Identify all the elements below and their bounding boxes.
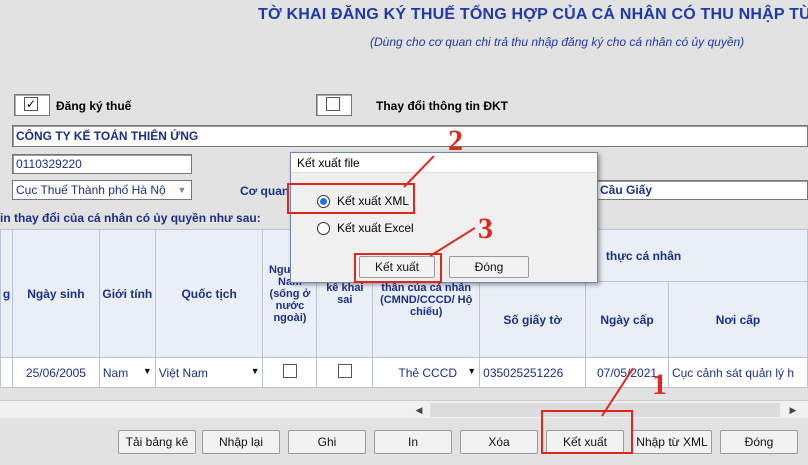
chevron-down-icon[interactable]: ▼: [143, 366, 152, 376]
col-header-noi-cap: Nơi cấp: [667, 281, 808, 358]
page-subtitle: (Dùng cho cơ quan chi trả thu nhập đăng …: [370, 35, 745, 49]
dialog-title: Kết xuất file: [291, 153, 597, 173]
tax-office-select[interactable]: Cục Thuế Thành phố Hà Nộ ▼: [12, 180, 192, 200]
col-header-gioi-tinh: Giới tính: [98, 229, 156, 358]
company-name-field[interactable]: CÔNG TY KẾ TOÁN THIÊN ỨNG: [12, 125, 808, 147]
cell-quoc-tich[interactable]: Việt Nam ▼: [154, 357, 264, 388]
dang-ky-thue-checkbox[interactable]: ✓: [14, 94, 50, 116]
chevron-down-icon: ▼: [177, 185, 187, 195]
page-title: TỜ KHAI ĐĂNG KÝ THUẾ TỔNG HỢP CỦA CÁ NHÂ…: [258, 6, 808, 23]
xoa-button[interactable]: Xóa: [460, 430, 538, 454]
cell-noi-cap[interactable]: Cục cảnh sát quản lý h: [667, 357, 808, 388]
check-mark-icon: ✓: [24, 97, 38, 111]
annotation-number-3: 3: [478, 212, 493, 245]
in-button[interactable]: In: [374, 430, 452, 454]
annotation-box-dialog-button: [354, 253, 442, 283]
table-row[interactable]: 25/06/2005 Nam ▼ Việt Nam ▼ Thẻ CCCD ▼ 0350…: [0, 357, 808, 388]
export-dialog: Kết xuất file Kết xuất XML Kết xuất Exce…: [290, 152, 598, 283]
col-header-0: g: [0, 229, 13, 358]
thay-doi-checkbox[interactable]: [316, 94, 352, 116]
nguoi-viet-nam-checkbox[interactable]: [282, 364, 297, 378]
nhap-lai-button[interactable]: Nhập lại: [202, 430, 280, 454]
scroll-left-icon[interactable]: ◀: [412, 403, 426, 417]
co-quan-field[interactable]: Cầu Giấy: [596, 180, 808, 200]
nhap-tu-xml-button[interactable]: Nhập từ XML: [632, 430, 712, 454]
chevron-down-icon[interactable]: ▼: [251, 366, 260, 376]
cell-ngay-sinh[interactable]: 25/06/2005: [11, 357, 100, 388]
col-header-ngay-cap: Ngày cấp: [585, 281, 669, 358]
scroll-right-icon[interactable]: ▶: [786, 403, 800, 417]
tai-bang-ke-button[interactable]: Tải bảng kê: [118, 430, 196, 454]
co-quan-label: Cơ quan: [240, 184, 290, 198]
annotation-number-2: 2: [448, 124, 463, 157]
thay-doi-label: Thay đổi thông tin ĐKT: [376, 99, 508, 113]
section-label: in thay đổi của cá nhân có ủy quyền như …: [0, 211, 261, 225]
radio-excel[interactable]: [317, 222, 330, 235]
cell-so-giay-to[interactable]: 035025251226: [479, 357, 587, 388]
annotation-number-1: 1: [652, 368, 667, 401]
dialog-dong-button[interactable]: Đóng: [449, 256, 529, 278]
ghi-button[interactable]: Ghi: [288, 430, 366, 454]
chevron-down-icon[interactable]: ▼: [467, 366, 476, 376]
dang-ky-thue-label: Đăng ký thuế: [56, 99, 132, 113]
tax-office-value: Cục Thuế Thành phố Hà Nộ: [16, 183, 166, 197]
col-header-quoc-tich: Quốc tịch: [154, 229, 264, 358]
dong-button[interactable]: Đóng: [720, 430, 798, 454]
col-header-so-giay-to: Số giấy tờ: [479, 281, 587, 358]
cell-gioi-tinh[interactable]: Nam ▼: [98, 357, 156, 388]
cell-loai-giay-to[interactable]: Thẻ CCCD ▼: [372, 357, 481, 388]
annotation-box-ket-xuat: [541, 410, 633, 454]
horizontal-scrollbar[interactable]: ◀ ▶: [0, 400, 808, 418]
col-header-ngay-sinh: Ngày sinh: [11, 229, 100, 358]
tax-code-field[interactable]: 0110329220: [12, 154, 192, 174]
ke-khai-sai-checkbox[interactable]: [337, 364, 352, 378]
radio-excel-label[interactable]: Kết xuất Excel: [337, 221, 414, 235]
annotation-box-xml: [287, 183, 415, 214]
